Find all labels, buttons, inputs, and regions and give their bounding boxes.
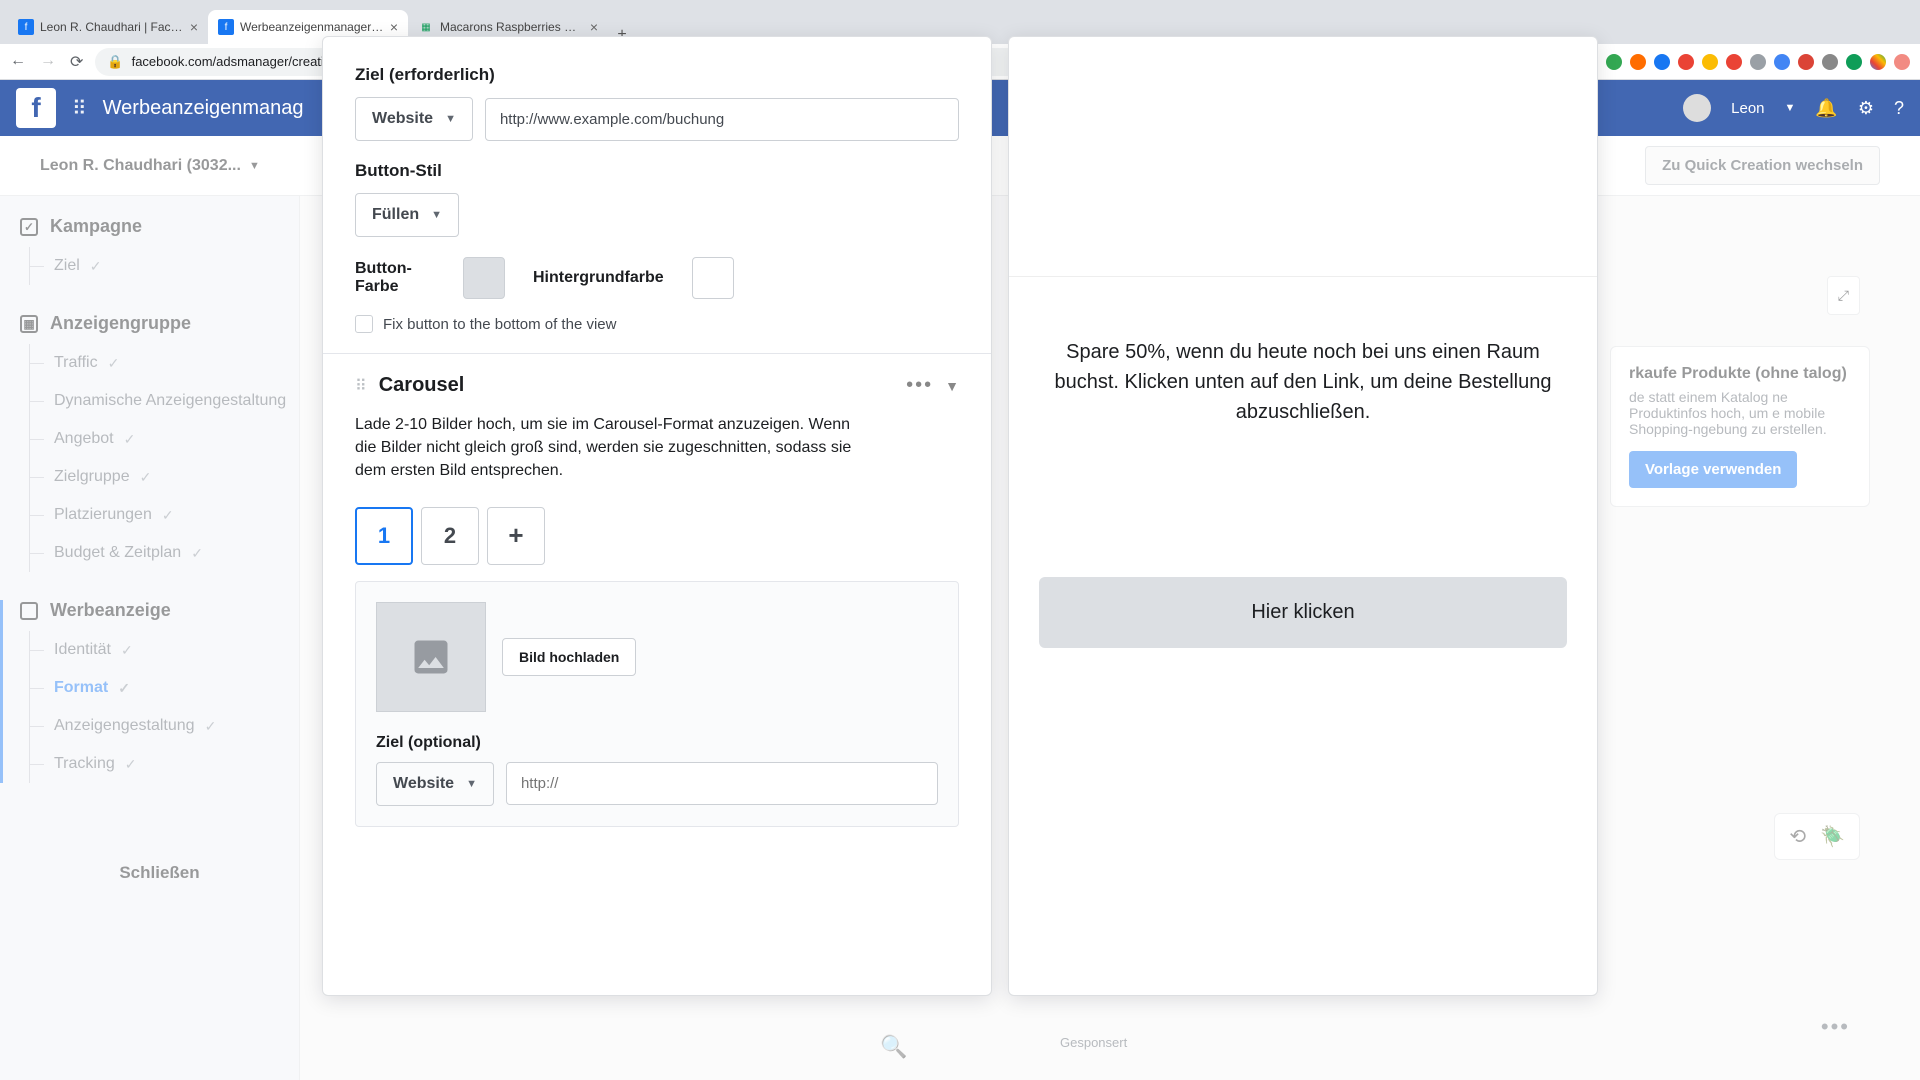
select-value: Website bbox=[372, 110, 433, 128]
carousel-tab-2[interactable]: 2 bbox=[421, 507, 479, 565]
carousel-description: Lade 2-10 Bilder hoch, um sie im Carouse… bbox=[355, 413, 875, 483]
image-placeholder[interactable] bbox=[376, 602, 486, 712]
ziel-label: Ziel (erforderlich) bbox=[355, 65, 959, 85]
chevron-down-icon: ▼ bbox=[431, 209, 442, 221]
hintergrund-label: Hintergrundfarbe bbox=[533, 269, 664, 287]
sheets-favicon: ▦ bbox=[418, 19, 434, 35]
button-stil-select[interactable]: Füllen ▼ bbox=[355, 193, 459, 237]
select-value: Füllen bbox=[372, 206, 419, 224]
ziel-optional-select[interactable]: Website ▼ bbox=[376, 762, 494, 806]
button-stil-label: Button-Stil bbox=[355, 161, 959, 181]
close-icon[interactable]: × bbox=[190, 19, 198, 35]
facebook-favicon: f bbox=[18, 19, 34, 35]
preview-text: Spare 50%, wenn du heute noch bei uns ei… bbox=[1039, 337, 1567, 427]
facebook-favicon: f bbox=[218, 19, 234, 35]
drag-handle-icon[interactable]: ⠿ bbox=[355, 376, 367, 396]
editor-modal: Ziel (erforderlich) Website ▼ Button-Sti… bbox=[0, 56, 1920, 1080]
ziel-url-input[interactable] bbox=[485, 98, 959, 141]
tab-title: Leon R. Chaudhari | Facebook bbox=[40, 20, 184, 34]
close-icon[interactable]: × bbox=[590, 19, 598, 35]
checkbox-icon[interactable] bbox=[355, 315, 373, 333]
ziel-optional-input[interactable] bbox=[506, 762, 938, 805]
carousel-title: Carousel bbox=[379, 374, 894, 397]
image-icon bbox=[409, 635, 453, 679]
upload-image-button[interactable]: Bild hochladen bbox=[502, 638, 636, 676]
tab-title: Werbeanzeigenmanager – Cre bbox=[240, 20, 384, 34]
preview-cta-button[interactable]: Hier klicken bbox=[1039, 577, 1567, 648]
button-farbe-label: Button-Farbe bbox=[355, 260, 435, 296]
preview-header-area bbox=[1009, 37, 1597, 277]
chevron-down-icon: ▼ bbox=[466, 778, 477, 790]
carousel-add-tab[interactable]: + bbox=[487, 507, 545, 565]
divider bbox=[323, 353, 991, 354]
checkbox-label: Fix button to the bottom of the view bbox=[383, 316, 616, 333]
more-icon[interactable]: ••• bbox=[906, 374, 933, 397]
button-color-swatch[interactable] bbox=[463, 257, 505, 299]
editor-form-panel: Ziel (erforderlich) Website ▼ Button-Sti… bbox=[322, 36, 992, 996]
ziel-optional-label: Ziel (optional) bbox=[376, 734, 938, 752]
carousel-card: Bild hochladen Ziel (optional) Website ▼ bbox=[355, 581, 959, 827]
close-icon[interactable]: × bbox=[390, 19, 398, 35]
fix-button-checkbox-row[interactable]: Fix button to the bottom of the view bbox=[355, 315, 959, 333]
ziel-type-select[interactable]: Website ▼ bbox=[355, 97, 473, 141]
chevron-down-icon[interactable]: ▼ bbox=[945, 378, 959, 394]
tab-title: Macarons Raspberries Pastrie bbox=[440, 20, 584, 34]
select-value: Website bbox=[393, 775, 454, 793]
chevron-down-icon: ▼ bbox=[445, 113, 456, 125]
browser-tab[interactable]: f Leon R. Chaudhari | Facebook × bbox=[8, 10, 208, 44]
preview-panel: Spare 50%, wenn du heute noch bei uns ei… bbox=[1008, 36, 1598, 996]
carousel-tab-1[interactable]: 1 bbox=[355, 507, 413, 565]
bg-color-swatch[interactable] bbox=[692, 257, 734, 299]
